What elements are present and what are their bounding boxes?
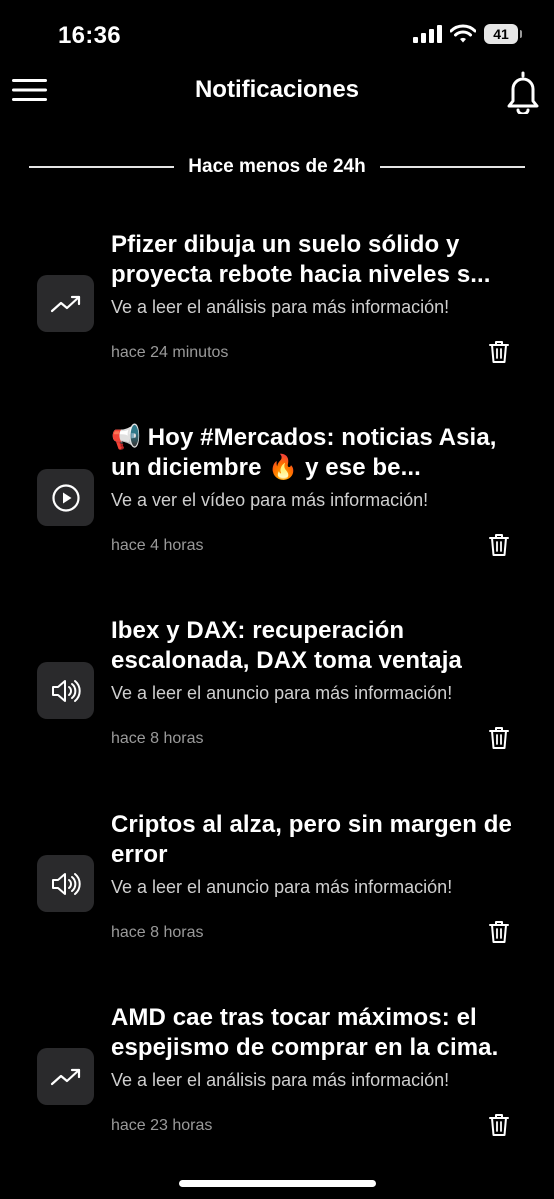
notification-icon-box [37, 662, 94, 719]
notification-item[interactable]: AMD cae tras tocar máximos: el espejismo… [0, 1003, 554, 1163]
trash-icon[interactable] [488, 340, 510, 364]
page-title: Notificaciones [194, 76, 360, 103]
status-time: 16:36 [58, 22, 121, 49]
notification-title: AMD cae tras tocar máximos: el espejismo… [111, 1004, 499, 1061]
nav-header: Notificaciones [0, 66, 554, 116]
notification-title: 📢 Hoy #Mercados: noticias Asia, un dicie… [111, 424, 497, 481]
trash-icon[interactable] [488, 1113, 510, 1137]
speaker-icon [51, 679, 81, 702]
trending-up-icon [50, 1068, 80, 1085]
trending-up-icon [50, 295, 80, 312]
status-bar: 16:36 41 [0, 0, 554, 70]
divider-left [29, 166, 175, 168]
notification-icon-box [37, 469, 94, 526]
notification-subtitle: Ve a leer el anuncio para más informació… [111, 683, 453, 703]
notification-title: Ibex y DAX: recuperación escalonada, DAX… [111, 617, 462, 674]
divider-right [379, 166, 526, 168]
notification-item[interactable]: Criptos al alza, pero sin margen de erro… [0, 810, 554, 970]
trash-icon[interactable] [488, 920, 510, 944]
notification-item[interactable]: Ibex y DAX: recuperación escalonada, DAX… [0, 616, 554, 776]
section-label: Hace menos de 24h [188, 156, 366, 177]
notification-time: hace 8 horas [111, 924, 204, 941]
notification-subtitle: Ve a leer el análisis para más informaci… [111, 297, 450, 317]
home-indicator[interactable] [179, 1180, 376, 1187]
trash-icon[interactable] [488, 726, 510, 750]
notifications-bell-button[interactable] [504, 70, 542, 116]
notification-time: hace 23 horas [111, 1117, 213, 1134]
notification-item[interactable]: 📢 Hoy #Mercados: noticias Asia, un dicie… [0, 423, 554, 583]
notification-title: Criptos al alza, pero sin margen de erro… [111, 811, 512, 868]
notification-icon-box [37, 1048, 94, 1105]
notification-item[interactable]: Pfizer dibuja un suelo sólido y proyecta… [0, 230, 554, 390]
play-circle-icon [51, 483, 80, 512]
notification-icon-box [37, 855, 94, 912]
status-icons: 41 [412, 24, 522, 44]
notification-title: Pfizer dibuja un suelo sólido y proyecta… [111, 231, 491, 288]
battery-level: 41 [493, 26, 509, 42]
notification-time: hace 8 horas [111, 730, 204, 747]
section-header: Hace menos de 24h [29, 150, 526, 184]
speaker-icon [51, 872, 81, 895]
notification-subtitle: Ve a leer el análisis para más informaci… [111, 1070, 450, 1090]
wifi-icon [450, 24, 476, 43]
notification-time: hace 24 minutos [111, 344, 229, 361]
trash-icon[interactable] [488, 533, 510, 557]
signal-icon [413, 25, 442, 43]
bell-icon [507, 71, 539, 116]
notification-time: hace 4 horas [111, 537, 204, 554]
notification-icon-box [37, 275, 94, 332]
notification-subtitle: Ve a leer el anuncio para más informació… [111, 877, 453, 897]
battery-icon: 41 [484, 24, 522, 44]
notification-subtitle: Ve a ver el vídeo para más información! [111, 490, 429, 510]
